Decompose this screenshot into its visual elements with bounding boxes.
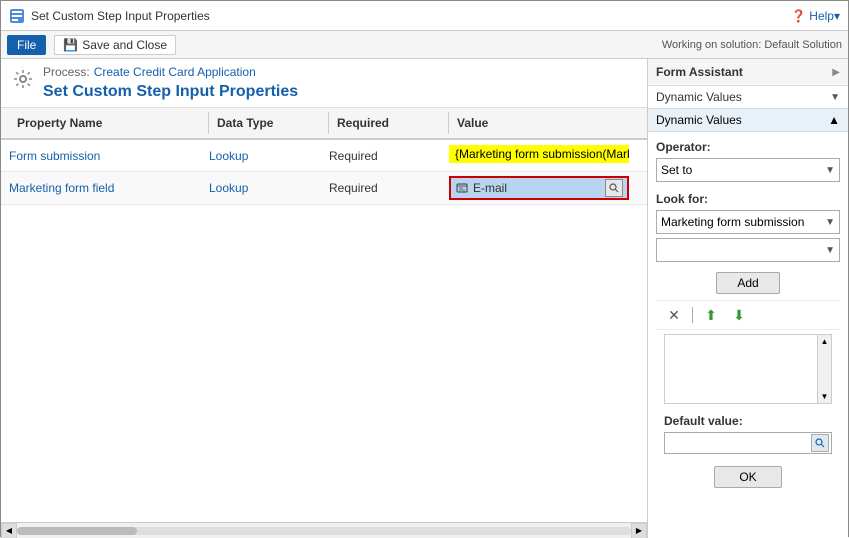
toolbar: File 💾 Save and Close Working on solutio… — [1, 31, 848, 59]
form-assistant-header: Form Assistant ▶ — [648, 59, 848, 86]
table-row: Marketing form field Lookup Required — [1, 172, 647, 205]
look-for-chevron-icon: ▼ — [825, 217, 835, 228]
file-button[interactable]: File — [7, 35, 46, 55]
titlebar-icon — [9, 8, 25, 24]
operator-label: Operator: — [656, 140, 840, 154]
row2-name[interactable]: Marketing form field — [1, 175, 201, 201]
col-header-datatype: Data Type — [209, 112, 329, 134]
table-body: Form submission Lookup Required {Marketi… — [1, 140, 647, 205]
form-assistant-title: Form Assistant — [656, 65, 743, 79]
scroll-left-button[interactable]: ◀ — [1, 523, 17, 538]
value-scroll-down[interactable]: ▼ — [819, 390, 831, 403]
horizontal-scrollbar[interactable]: ◀ ▶ — [1, 522, 647, 538]
default-value-field[interactable] — [664, 432, 832, 454]
default-value-label: Default value: — [664, 414, 832, 428]
look-for-dropdown[interactable]: Marketing form submission ▼ — [656, 210, 840, 234]
default-lookup-button[interactable] — [811, 434, 829, 452]
help-link[interactable]: ❓ Help▾ — [791, 9, 840, 23]
move-down-icon[interactable]: ⬇ — [729, 305, 749, 325]
second-dropdown[interactable]: ▼ — [656, 238, 840, 262]
operator-dropdown[interactable]: Set to ▼ — [656, 158, 840, 182]
operator-chevron-icon: ▼ — [825, 165, 835, 176]
table-header: Property Name Data Type Required Value — [1, 108, 647, 140]
look-for-group: Look for: Marketing form submission ▼ ▼ — [656, 192, 840, 262]
delete-icon[interactable]: ✕ — [664, 305, 684, 325]
dynamic-section-label: Dynamic Values — [656, 113, 742, 127]
working-on-label: Working on solution: Default Solution — [662, 39, 842, 51]
page-title: Set Custom Step Input Properties — [43, 83, 298, 101]
operator-value: Set to — [661, 163, 692, 177]
row2-value-cell: E-mail — [441, 172, 647, 204]
scroll-right-button[interactable]: ▶ — [631, 523, 647, 538]
lookup-button[interactable] — [605, 179, 623, 197]
expand-icon[interactable]: ▶ — [832, 67, 840, 78]
col-header-value: Value — [449, 112, 639, 134]
email-field-container[interactable]: E-mail — [449, 176, 629, 200]
ok-btn-row: OK — [656, 460, 840, 494]
breadcrumb-and-title: Process: Create Credit Card Application … — [43, 65, 298, 101]
gear-icon — [11, 67, 35, 91]
panel-header: Process: Create Credit Card Application … — [1, 59, 647, 108]
value-list-area[interactable]: ▲ ▼ — [664, 334, 832, 404]
form-icon — [455, 181, 469, 195]
row2-required: Required — [321, 175, 441, 201]
row1-name[interactable]: Form submission — [1, 143, 201, 169]
content-area: Process: Create Credit Card Application … — [1, 59, 848, 538]
operator-group: Operator: Set to ▼ — [656, 140, 840, 182]
add-button[interactable]: Add — [716, 272, 779, 294]
titlebar: Set Custom Step Input Properties ❓ Help▾ — [1, 1, 848, 31]
ok-button[interactable]: OK — [714, 466, 781, 488]
titlebar-title: Set Custom Step Input Properties — [31, 9, 791, 23]
action-row: ✕ ⬆ ⬇ — [656, 300, 840, 330]
save-close-button[interactable]: 💾 Save and Close — [54, 35, 176, 55]
dynamic-values-row[interactable]: Dynamic Values ▼ — [648, 86, 848, 109]
chevron-down-icon[interactable]: ▼ — [830, 92, 840, 103]
row2-datatype: Lookup — [201, 175, 321, 201]
value-scroll-up[interactable]: ▲ — [819, 335, 831, 348]
divider — [692, 307, 693, 323]
look-for-value: Marketing form submission — [661, 215, 804, 229]
main-panel: Process: Create Credit Card Application … — [1, 59, 648, 538]
table-row: Form submission Lookup Required {Marketi… — [1, 140, 647, 172]
dynamic-section-header[interactable]: Dynamic Values ▲ — [648, 109, 848, 132]
row1-value-cell: {Marketing form submission(Mark — [441, 141, 647, 170]
default-value-section: Default value: — [656, 408, 840, 460]
move-up-icon[interactable]: ⬆ — [701, 305, 721, 325]
breadcrumb: Process: Create Credit Card Application — [43, 65, 298, 79]
row1-datatype: Lookup — [201, 143, 321, 169]
row1-value[interactable]: {Marketing form submission(Mark — [449, 145, 629, 163]
scroll-track — [17, 523, 631, 538]
dynamic-values-label: Dynamic Values — [656, 90, 742, 104]
col-header-property: Property Name — [9, 112, 209, 134]
col-header-required: Required — [329, 112, 449, 134]
help-icon: ❓ — [791, 9, 806, 23]
email-value: E-mail — [473, 181, 601, 195]
second-chevron-icon: ▼ — [825, 245, 835, 256]
look-for-label: Look for: — [656, 192, 840, 206]
save-icon: 💾 — [63, 38, 78, 52]
row1-required: Required — [321, 143, 441, 169]
form-section: Operator: Set to ▼ Look for: Marketing f… — [648, 132, 848, 538]
collapse-icon[interactable]: ▲ — [828, 113, 840, 127]
right-panel: Form Assistant ▶ Dynamic Values ▼ Dynami… — [648, 59, 848, 538]
